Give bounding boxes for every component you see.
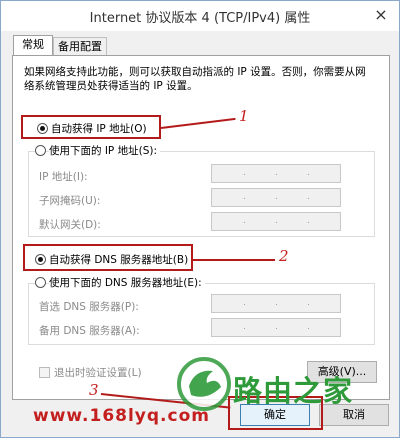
annotation-number-3: 3	[89, 381, 99, 399]
description-text: 如果网络支持此功能，则可以获取自动指派的 IP 设置。否则，你需要从网络系统管理…	[24, 66, 366, 92]
validate-label[interactable]: 退出时验证设置(L)	[54, 365, 142, 380]
watermark-url: www.168lyq.com	[33, 406, 210, 426]
dialog-window: Internet 协议版本 4 (TCP/IPv4) 属性 × 常规 备用配置 …	[0, 0, 400, 438]
manual-dns-radio[interactable]	[35, 277, 46, 288]
ip-address-field[interactable]: ...	[211, 164, 341, 183]
validate-checkbox[interactable]	[39, 367, 50, 378]
subnet-mask-field[interactable]: ...	[211, 188, 341, 207]
ip-address-label: IP 地址(I):	[39, 171, 88, 183]
window-title: Internet 协议版本 4 (TCP/IPv4) 属性	[89, 11, 311, 26]
annotation-box-1	[21, 115, 161, 139]
title-bar[interactable]: Internet 协议版本 4 (TCP/IPv4) 属性 ×	[1, 1, 399, 31]
watermark-logo-text: 路由之家	[233, 374, 354, 408]
tab-alternate-config[interactable]: 备用配置	[53, 37, 107, 56]
annotation-box-2	[23, 244, 193, 271]
manual-ip-radio[interactable]	[35, 145, 46, 156]
alternate-dns-label: 备用 DNS 服务器(A):	[39, 325, 140, 337]
subnet-mask-label: 子网掩码(U):	[39, 195, 101, 207]
preferred-dns-field[interactable]: ...	[211, 294, 341, 313]
router-home-logo-icon	[177, 357, 231, 411]
manual-dns-label[interactable]: 使用下面的 DNS 服务器地址(E):	[49, 275, 205, 290]
preferred-dns-label: 首选 DNS 服务器(P):	[39, 301, 139, 313]
default-gateway-label: 默认网关(D):	[39, 219, 101, 231]
annotation-number-2: 2	[279, 247, 289, 265]
close-button[interactable]: ×	[371, 6, 391, 24]
annotation-arrow-2	[193, 259, 275, 261]
alternate-dns-field[interactable]: ...	[211, 318, 341, 337]
manual-ip-label[interactable]: 使用下面的 IP 地址(S):	[49, 143, 160, 158]
annotation-number-1: 1	[239, 107, 249, 125]
tab-general[interactable]: 常规	[13, 35, 53, 57]
default-gateway-field[interactable]: ...	[211, 212, 341, 231]
